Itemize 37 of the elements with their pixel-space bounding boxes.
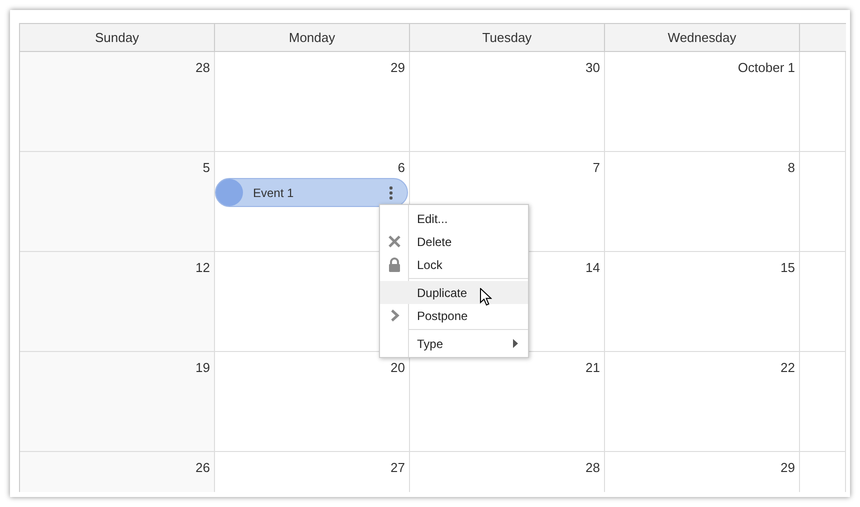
event-circle-icon — [216, 179, 243, 206]
lock-icon — [388, 257, 401, 272]
date-number: 12 — [196, 260, 210, 276]
menu-item[interactable]: Lock — [380, 253, 528, 276]
day-header: Sunday — [20, 24, 215, 51]
date-number: 15 — [780, 260, 795, 276]
date-number: 7 — [592, 160, 600, 176]
date-number: 30 — [586, 60, 600, 76]
date-number: 29 — [780, 460, 795, 476]
day-header: Tuesday — [410, 24, 605, 51]
day-header: Wednesday — [605, 24, 800, 51]
date-number: 27 — [390, 460, 405, 476]
date-number: 26 — [196, 460, 210, 476]
date-number: 6 — [398, 160, 405, 176]
date-number: 20 — [390, 360, 405, 376]
date-number: 29 — [390, 60, 405, 76]
date-number: 14 — [586, 260, 600, 276]
day-header: Monday — [215, 24, 410, 51]
chevron-icon — [390, 309, 400, 322]
more-icon[interactable] — [389, 186, 393, 200]
event-bar[interactable]: Event 1 — [215, 178, 408, 207]
date-number: 28 — [586, 460, 600, 476]
menu-item[interactable]: Delete — [380, 230, 528, 253]
date-number: 8 — [788, 160, 795, 176]
menu-item[interactable]: Type — [380, 332, 528, 355]
date-number: 19 — [196, 360, 210, 376]
menu-item[interactable]: Edit... — [380, 207, 528, 230]
menu-item[interactable]: Postpone — [380, 304, 528, 327]
date-number: 22 — [780, 360, 795, 376]
mouse-pointer-icon — [480, 288, 492, 306]
date-number: 21 — [586, 360, 600, 376]
submenu-arrow-icon — [513, 339, 518, 348]
date-number: 5 — [202, 160, 210, 176]
menu-item[interactable]: Duplicate — [380, 281, 528, 304]
close-icon — [388, 235, 401, 248]
date-number: 28 — [196, 60, 210, 76]
date-number: October 1 — [738, 60, 795, 76]
